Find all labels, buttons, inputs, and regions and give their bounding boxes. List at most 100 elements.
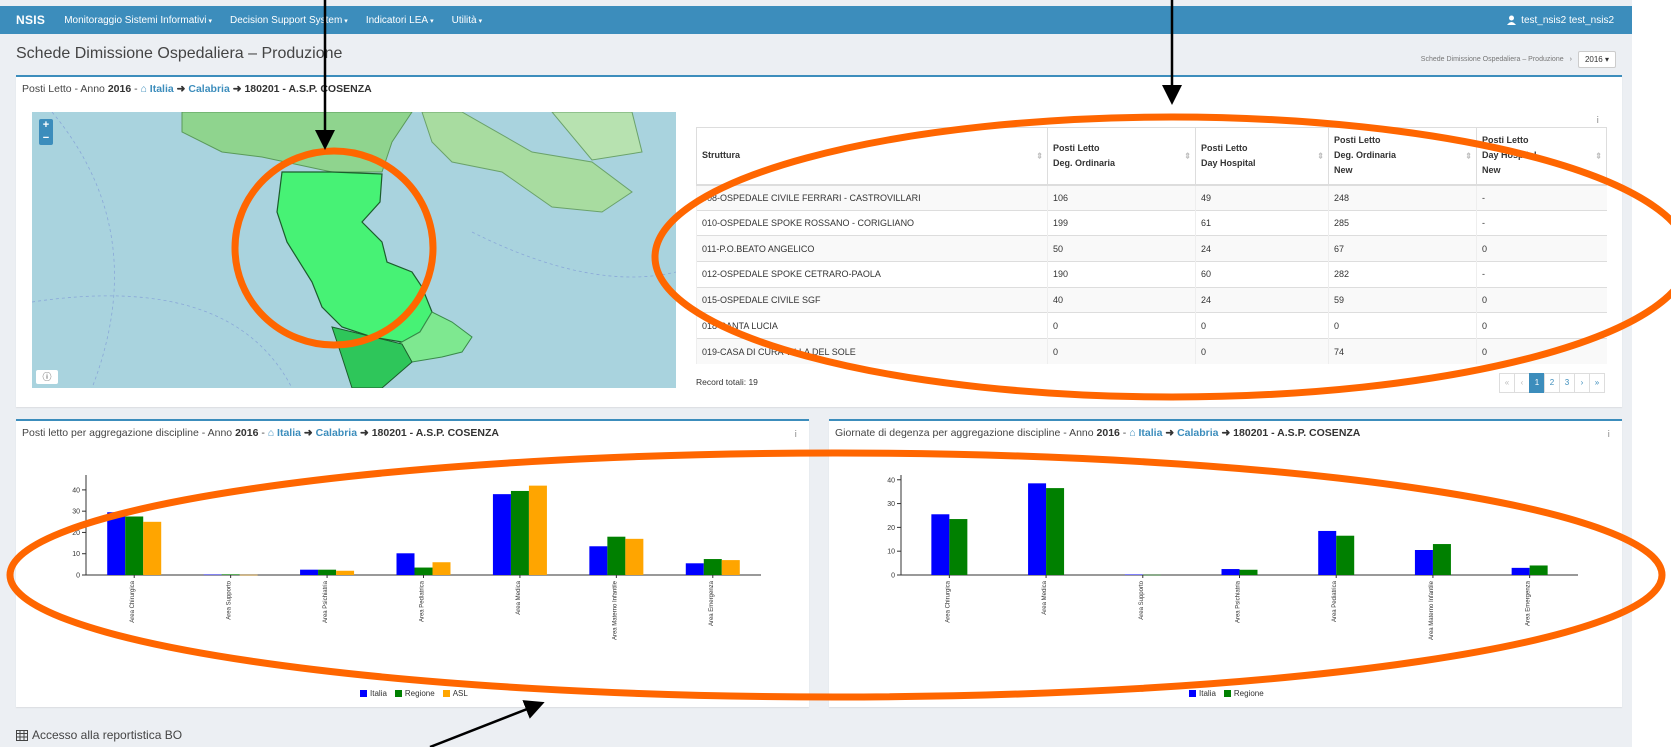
app-root: NSIS Monitoraggio Sistemi Informativi ▾ D… — [0, 0, 1671, 747]
y-tick-label: 10 — [72, 551, 80, 558]
year-select[interactable]: 2016 ▾ — [1577, 51, 1616, 68]
page-1-button[interactable]: 1 — [1529, 373, 1545, 393]
column-header-day-hospital[interactable]: Posti Letto Day Hospital ⇕ — [1195, 127, 1329, 186]
brand-logo[interactable]: NSIS — [0, 13, 55, 27]
prev-page-button[interactable]: ‹ — [1514, 373, 1530, 393]
cell-struttura: 011-P.O.BEATO ANGELICO — [696, 235, 1048, 262]
bar-regione — [125, 516, 144, 575]
table-icon — [16, 729, 28, 741]
region-map[interactable]: + − ⓘ — [32, 112, 676, 388]
bar-italia — [1318, 530, 1337, 575]
chart-info-icon[interactable]: ⅰ — [794, 429, 797, 440]
menu-indicatori-lea[interactable]: Indicatori LEA ▾ — [357, 15, 443, 26]
bar-italia — [300, 569, 319, 575]
table-row[interactable]: 011-P.O.BEATO ANGELICO 50 24 67 0 — [696, 235, 1607, 262]
country-link[interactable]: ⌂ Italia — [1129, 427, 1162, 439]
legend-item-regione[interactable]: Regione — [1223, 689, 1264, 698]
top-navbar: NSIS Monitoraggio Sistemi Informativi ▾ D… — [0, 6, 1632, 34]
legend-item-italia[interactable]: Italia — [1189, 689, 1216, 698]
country-link[interactable]: ⌂ Italia — [141, 83, 174, 95]
last-page-button[interactable]: » — [1589, 373, 1605, 393]
menu-monitoraggio[interactable]: Monitoraggio Sistemi Informativi ▾ — [55, 15, 221, 26]
cell-value: 285 — [1328, 209, 1477, 236]
bar-regione — [318, 569, 337, 575]
y-tick-label: 30 — [887, 501, 895, 508]
table-row[interactable]: 015-OSPEDALE CIVILE SGF 40 24 59 0 — [696, 286, 1607, 313]
y-tick-label: 0 — [891, 573, 895, 580]
title-year: 2016 — [107, 83, 132, 95]
cell-struttura: 019-CASA DI CURA VILLA DEL SOLE — [696, 338, 1048, 365]
bar-regione — [607, 536, 626, 575]
record-total: Record totali: 19 — [696, 377, 758, 387]
bar-italia — [589, 546, 608, 575]
table-row[interactable]: 012-OSPEDALE SPOKE CETRARO-PAOLA 190 60 282… — [696, 261, 1607, 288]
table-info-icon[interactable]: ⅰ — [1596, 115, 1599, 126]
cell-value: 190 — [1047, 261, 1196, 288]
cell-value: 0 — [1047, 312, 1196, 339]
asl-label: 180201 - A.S.P. COSENZA — [1233, 427, 1361, 439]
column-header-deg-ordinaria[interactable]: Posti Letto Deg. Ordinaria ⇕ — [1047, 127, 1196, 186]
column-header-day-hospital-new[interactable]: Posti Letto Day Hospital New ⇕ — [1476, 127, 1607, 186]
zoom-out-button[interactable]: − — [39, 132, 53, 145]
cell-struttura: 018-SANTA LUCIA — [696, 312, 1048, 339]
cell-value: - — [1476, 209, 1607, 236]
cell-value: 0 — [1476, 286, 1607, 313]
cell-struttura: 015-OSPEDALE CIVILE SGF — [696, 286, 1048, 313]
first-page-button[interactable]: « — [1499, 373, 1515, 393]
map-canvas — [32, 112, 676, 388]
bar-regione — [1142, 574, 1161, 576]
y-tick-label: 20 — [887, 525, 895, 532]
chart-info-icon[interactable]: ⅰ — [1607, 429, 1610, 440]
cell-value: 0 — [1195, 338, 1329, 365]
content-area: NSIS Monitoraggio Sistemi Informativi ▾ D… — [0, 0, 1632, 747]
bar-regione — [949, 519, 968, 575]
menu-decision-support[interactable]: Decision Support System ▾ — [221, 15, 357, 26]
country-link[interactable]: ⌂ Italia — [268, 427, 301, 439]
y-tick-label: 10 — [887, 549, 895, 556]
next-page-button[interactable]: › — [1574, 373, 1590, 393]
user-menu[interactable]: test_nsis2 test_nsis2 — [1507, 15, 1632, 26]
breadcrumb-current[interactable]: Schede Dimissione Ospedaliera – Produzio… — [1421, 56, 1564, 63]
legend-label: Regione — [1233, 689, 1264, 698]
user-icon — [1507, 15, 1517, 25]
table-row[interactable]: 008-OSPEDALE CIVILE FERRARI - CASTROVILL… — [696, 184, 1607, 211]
bo-report-link[interactable]: Accesso alla reportistica BO — [16, 728, 182, 742]
legend-item-italia[interactable]: Italia — [360, 689, 387, 698]
user-name: test_nsis2 test_nsis2 — [1521, 14, 1614, 26]
cell-value: 74 — [1328, 338, 1477, 365]
legend-label: ASL — [452, 689, 468, 698]
x-tick-label: Area Materno Infantile — [612, 580, 618, 640]
table-row[interactable]: 010-OSPEDALE SPOKE ROSSANO - CORIGLIANO 1… — [696, 209, 1607, 236]
column-header-deg-ordinaria-new[interactable]: Posti Letto Deg. Ordinaria New ⇕ — [1328, 127, 1477, 186]
bar-italia — [685, 563, 704, 575]
page-3-button[interactable]: 3 — [1559, 373, 1575, 393]
bar-asl — [625, 538, 644, 575]
map-info-button[interactable]: ⓘ — [36, 370, 58, 384]
zoom-in-button[interactable]: + — [39, 119, 53, 132]
header-label: Deg. Ordinaria — [1334, 150, 1397, 161]
bar-italia — [492, 494, 511, 575]
table-row[interactable]: 019-CASA DI CURA VILLA DEL SOLE 0 0 74 0 — [696, 338, 1607, 365]
zoom-controls: + − — [39, 119, 53, 145]
box-title: Posti letto per aggregazione discipline … — [22, 427, 499, 439]
caret-down-icon: ▾ — [344, 17, 348, 25]
table-row[interactable]: 018-SANTA LUCIA 0 0 0 0 — [696, 312, 1607, 339]
legend-item-asl[interactable]: ASL — [442, 689, 468, 698]
region-link[interactable]: Calabria — [316, 427, 357, 439]
legend-item-regione[interactable]: Regione — [394, 689, 435, 698]
menu-utilita[interactable]: Utilità ▾ — [443, 15, 492, 26]
x-tick-label: Area Medica — [1042, 580, 1048, 614]
page-2-button[interactable]: 2 — [1544, 373, 1560, 393]
x-tick-label: Area Chirurgica — [945, 580, 951, 622]
region-link[interactable]: Calabria — [188, 83, 229, 95]
header-label: Deg. Ordinaria — [1053, 157, 1116, 168]
column-header-struttura[interactable]: Struttura ⇕ — [696, 127, 1048, 186]
cell-value: 61 — [1195, 209, 1329, 236]
cell-value: 59 — [1328, 286, 1477, 313]
cell-value: 67 — [1328, 235, 1477, 262]
cell-value: 60 — [1195, 261, 1329, 288]
country-label: Italia — [1138, 427, 1163, 439]
region-link[interactable]: Calabria — [1177, 427, 1218, 439]
bar-regione — [1239, 569, 1258, 575]
cell-value: - — [1476, 184, 1607, 211]
